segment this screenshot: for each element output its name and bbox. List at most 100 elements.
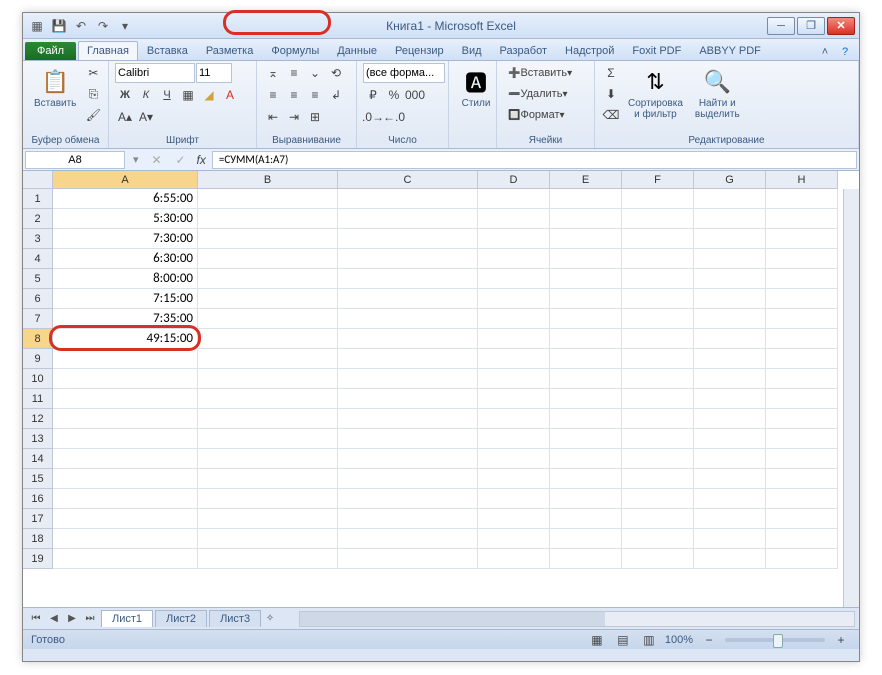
cell-F19[interactable] <box>622 549 694 569</box>
currency-icon[interactable]: ₽ <box>363 85 383 105</box>
font-color-icon[interactable]: A <box>220 85 240 105</box>
name-box[interactable]: A8 <box>25 151 125 169</box>
cell-E14[interactable] <box>550 449 622 469</box>
cell-G14[interactable] <box>694 449 766 469</box>
paste-button[interactable]: 📋 Вставить <box>29 63 81 112</box>
cell-A5[interactable]: 8:00:00 <box>53 269 198 289</box>
cell-F13[interactable] <box>622 429 694 449</box>
row-header-4[interactable]: 4 <box>23 249 53 269</box>
cell-C5[interactable] <box>338 269 478 289</box>
cell-A15[interactable] <box>53 469 198 489</box>
align-middle-icon[interactable]: ≡ <box>284 63 304 83</box>
sort-filter-button[interactable]: ⇅ Сортировка и фильтр <box>623 63 688 123</box>
zoom-level[interactable]: 100% <box>665 634 693 646</box>
cell-E13[interactable] <box>550 429 622 449</box>
cell-B14[interactable] <box>198 449 338 469</box>
cell-H2[interactable] <box>766 209 838 229</box>
cell-E11[interactable] <box>550 389 622 409</box>
cell-D9[interactable] <box>478 349 550 369</box>
zoom-in-icon[interactable]: + <box>831 630 851 650</box>
cell-E17[interactable] <box>550 509 622 529</box>
cell-D5[interactable] <box>478 269 550 289</box>
cell-B9[interactable] <box>198 349 338 369</box>
cell-F10[interactable] <box>622 369 694 389</box>
cell-F9[interactable] <box>622 349 694 369</box>
cell-C19[interactable] <box>338 549 478 569</box>
select-all-corner[interactable] <box>23 171 53 189</box>
row-header-9[interactable]: 9 <box>23 349 53 369</box>
cell-A7[interactable]: 7:35:00 <box>53 309 198 329</box>
cell-D11[interactable] <box>478 389 550 409</box>
copy-icon[interactable]: ⎘ <box>83 84 103 104</box>
ribbon-tab-2[interactable]: Разметка <box>197 41 263 60</box>
cell-B6[interactable] <box>198 289 338 309</box>
ribbon-tab-8[interactable]: Надстрой <box>556 41 623 60</box>
cell-G8[interactable] <box>694 329 766 349</box>
row-header-14[interactable]: 14 <box>23 449 53 469</box>
cell-G17[interactable] <box>694 509 766 529</box>
minimize-button[interactable]: ─ <box>767 17 795 35</box>
cell-H13[interactable] <box>766 429 838 449</box>
page-break-view-icon[interactable]: ▥ <box>639 630 659 650</box>
cell-D7[interactable] <box>478 309 550 329</box>
help-icon[interactable]: ? <box>837 44 853 60</box>
customize-qat-icon[interactable]: ▾ <box>115 16 135 36</box>
cell-A18[interactable] <box>53 529 198 549</box>
cell-A1[interactable]: 6:55:00 <box>53 189 198 209</box>
cell-B5[interactable] <box>198 269 338 289</box>
cut-icon[interactable]: ✂ <box>83 63 103 83</box>
border-icon[interactable]: ▦ <box>178 85 198 105</box>
worksheet-grid[interactable]: ABCDEFGH16:55:0025:30:0037:30:0046:30:00… <box>23 171 859 607</box>
cell-A11[interactable] <box>53 389 198 409</box>
increase-decimal-icon[interactable]: .0→ <box>363 107 383 127</box>
cell-B16[interactable] <box>198 489 338 509</box>
col-header-G[interactable]: G <box>694 171 766 189</box>
cell-E15[interactable] <box>550 469 622 489</box>
decrease-decimal-icon[interactable]: ←.0 <box>384 107 404 127</box>
row-header-12[interactable]: 12 <box>23 409 53 429</box>
cell-G9[interactable] <box>694 349 766 369</box>
cell-H16[interactable] <box>766 489 838 509</box>
cell-C8[interactable] <box>338 329 478 349</box>
fx-confirm-icon[interactable]: ✓ <box>171 150 191 170</box>
cell-H10[interactable] <box>766 369 838 389</box>
cell-A10[interactable] <box>53 369 198 389</box>
fx-icon[interactable]: fx <box>195 153 208 167</box>
ribbon-tab-3[interactable]: Формулы <box>262 41 328 60</box>
cell-H18[interactable] <box>766 529 838 549</box>
cell-D16[interactable] <box>478 489 550 509</box>
row-header-8[interactable]: 8 <box>23 329 53 349</box>
row-header-2[interactable]: 2 <box>23 209 53 229</box>
cell-E5[interactable] <box>550 269 622 289</box>
cell-B18[interactable] <box>198 529 338 549</box>
cell-E12[interactable] <box>550 409 622 429</box>
row-header-11[interactable]: 11 <box>23 389 53 409</box>
cell-D8[interactable] <box>478 329 550 349</box>
increase-font-icon[interactable]: A▴ <box>115 107 135 127</box>
sheet-tab-2[interactable]: Лист3 <box>209 610 261 627</box>
cell-F15[interactable] <box>622 469 694 489</box>
insert-cells-button[interactable]: ➕ Вставить ▾ <box>503 63 577 83</box>
cell-D14[interactable] <box>478 449 550 469</box>
cell-E16[interactable] <box>550 489 622 509</box>
cell-C18[interactable] <box>338 529 478 549</box>
cell-B7[interactable] <box>198 309 338 329</box>
excel-icon[interactable]: ▦ <box>27 16 47 36</box>
cell-C1[interactable] <box>338 189 478 209</box>
sheet-nav-prev-icon[interactable]: ◀ <box>45 611 63 627</box>
fx-cancel-icon[interactable]: ✕ <box>147 150 167 170</box>
cell-B4[interactable] <box>198 249 338 269</box>
cell-F17[interactable] <box>622 509 694 529</box>
format-painter-icon[interactable]: 🖌 <box>83 105 103 125</box>
cell-D15[interactable] <box>478 469 550 489</box>
orientation-icon[interactable]: ⟲ <box>326 63 346 83</box>
row-header-15[interactable]: 15 <box>23 469 53 489</box>
cell-F14[interactable] <box>622 449 694 469</box>
percent-icon[interactable]: % <box>384 85 404 105</box>
col-header-B[interactable]: B <box>198 171 338 189</box>
cell-H5[interactable] <box>766 269 838 289</box>
redo-icon[interactable]: ↷ <box>93 16 113 36</box>
cell-B13[interactable] <box>198 429 338 449</box>
cell-H11[interactable] <box>766 389 838 409</box>
cell-E1[interactable] <box>550 189 622 209</box>
